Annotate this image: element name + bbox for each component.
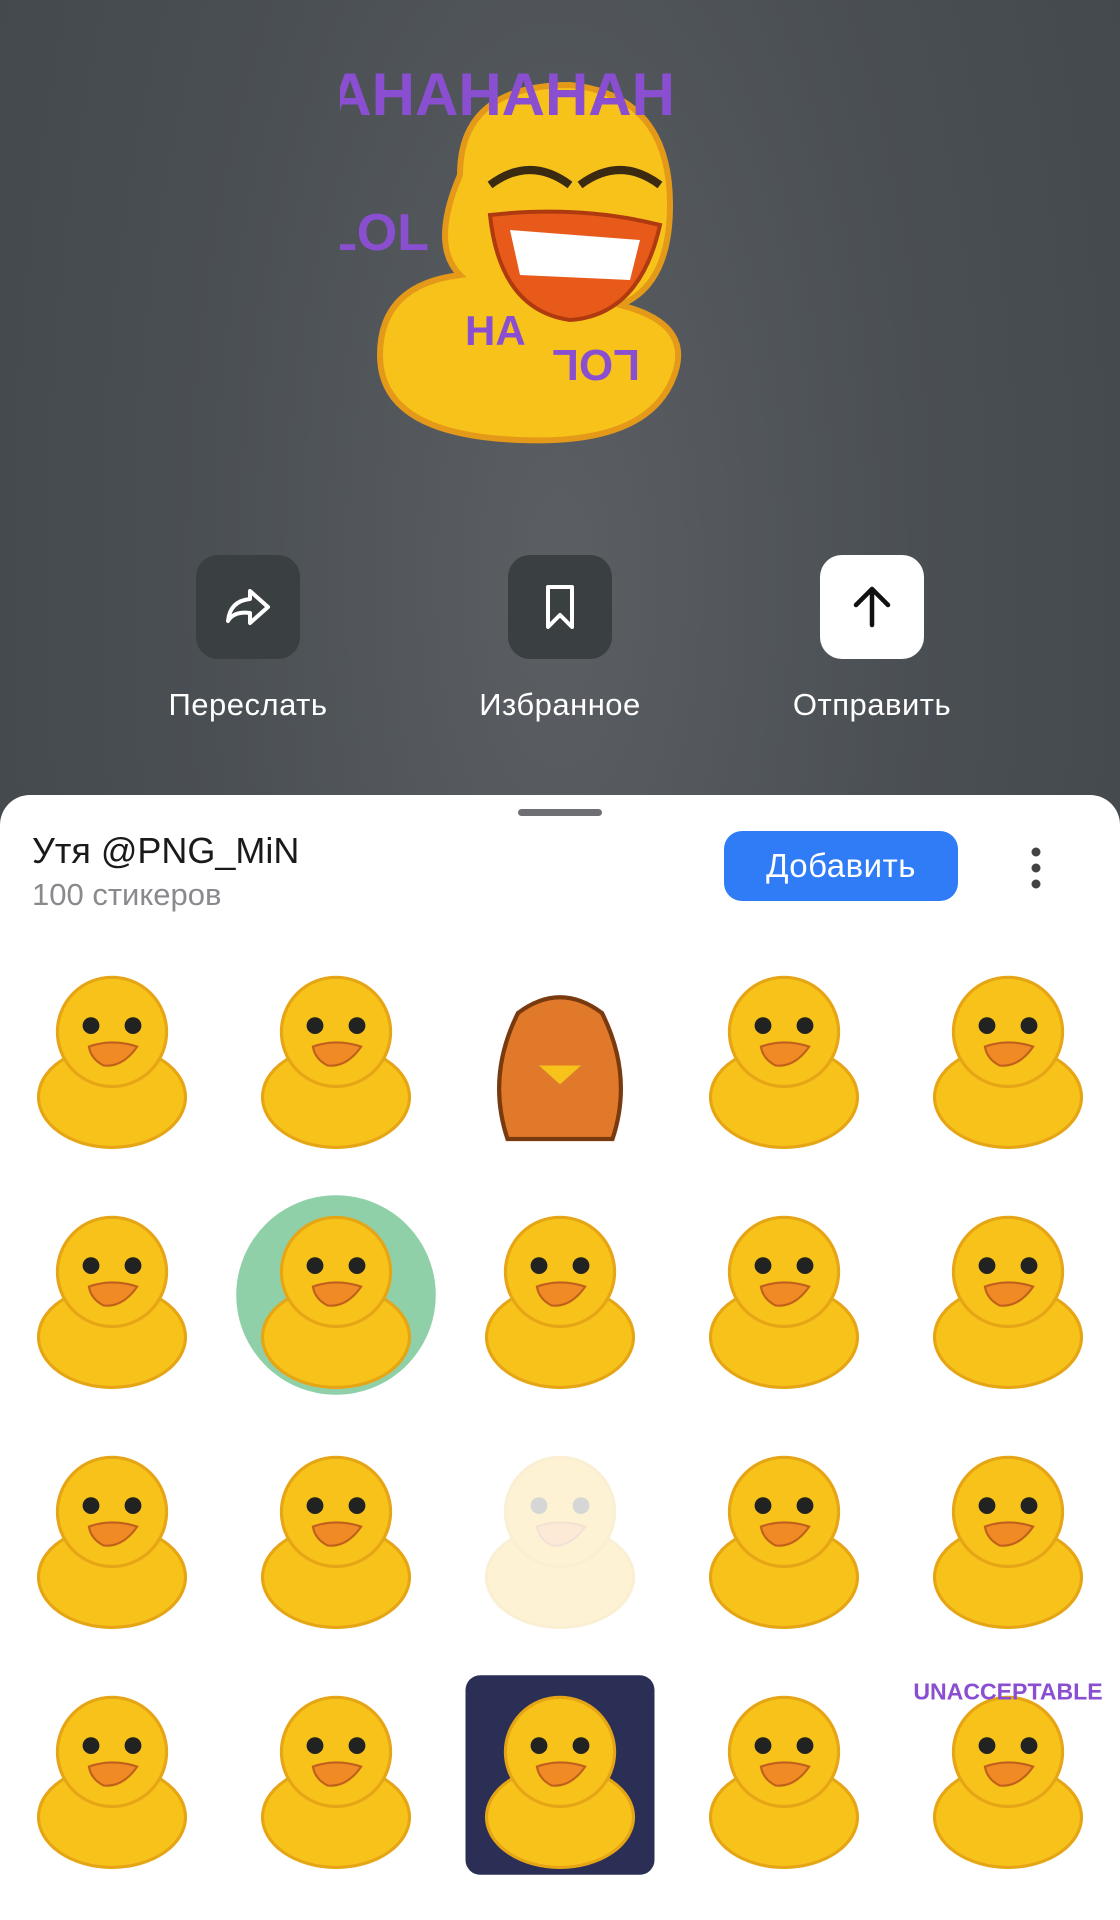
- duck-detective-hat-sticker: [932, 975, 1084, 1149]
- bookmark-icon: [546, 585, 574, 629]
- sticker-cell[interactable]: [896, 1175, 1120, 1415]
- sticker-cell[interactable]: [0, 1655, 224, 1895]
- duck-megaphone-sticker: [36, 1455, 188, 1629]
- duck-blueprint-sticker: [36, 975, 188, 1149]
- add-pack-button[interactable]: Добавить: [724, 831, 958, 901]
- sticker-cell[interactable]: [896, 1415, 1120, 1655]
- sticker-cell[interactable]: [0, 1175, 224, 1415]
- arrow-up-icon: [853, 586, 891, 628]
- svg-text:HA: HA: [465, 307, 526, 354]
- sticker-cell[interactable]: [0, 1415, 224, 1655]
- laughing-duck-sticker: HAHAHAHAH LOL HA LOL: [340, 61, 682, 444]
- sticker-cell[interactable]: [448, 1415, 672, 1655]
- sticker-cell[interactable]: [896, 935, 1120, 1175]
- sticker-grid: UNACCEPTABLE: [0, 935, 1120, 1895]
- forward-label: Переслать: [168, 687, 328, 722]
- duck-stars-sticker: [708, 975, 860, 1149]
- duck-phone-circle-sticker: [236, 1195, 436, 1395]
- svg-text:LOL: LOL: [552, 340, 640, 389]
- duck-moai-sticker: [932, 1455, 1084, 1629]
- send-action[interactable]: Отправить: [722, 555, 1022, 723]
- favorites-button[interactable]: [508, 555, 612, 659]
- sticker-cell[interactable]: [672, 1655, 896, 1895]
- duck-unacceptable-sticker: UNACCEPTABLE: [913, 1678, 1103, 1869]
- sheet-grabber[interactable]: [518, 809, 602, 816]
- sticker-cell[interactable]: [448, 1175, 672, 1415]
- sticker-cell[interactable]: [224, 1655, 448, 1895]
- svg-text:LOL: LOL: [340, 204, 429, 262]
- more-menu-button[interactable]: [1016, 843, 1056, 893]
- duck-sad-blocks-sticker: [36, 1695, 188, 1869]
- duck-holding-phone-sticker: [932, 1215, 1084, 1389]
- sticker-cell[interactable]: [224, 1175, 448, 1415]
- sticker-cell[interactable]: [448, 1655, 672, 1895]
- sticker-preview: HAHAHAHAH LOL HA LOL Переслать Избранное: [0, 0, 1120, 800]
- favorites-label: Избранное: [479, 687, 641, 722]
- favorites-action[interactable]: Избранное: [410, 555, 710, 723]
- more-vertical-icon: [1031, 847, 1041, 889]
- pack-count: 100 стикеров: [32, 877, 222, 912]
- duck-crying-sticker: [708, 1695, 860, 1869]
- sticker-caption: UNACCEPTABLE: [913, 1678, 1102, 1704]
- duck-photo-album-sticker: [36, 1215, 188, 1389]
- sticker-cell[interactable]: [224, 1415, 448, 1655]
- sticker-pack-sheet: Утя @PNG_MiN 100 стикеров Добавить UNACC…: [0, 795, 1120, 1920]
- sticker-cell[interactable]: [0, 935, 224, 1175]
- send-label: Отправить: [792, 687, 952, 722]
- pack-title: Утя @PNG_MiN: [32, 830, 300, 871]
- duck-hashtag-magnifier-sticker: [708, 1215, 860, 1389]
- duck-muscular-sticker: [260, 1695, 412, 1869]
- sticker-cell[interactable]: [672, 1175, 896, 1415]
- tiger-duck-sticker: [497, 995, 623, 1142]
- forward-action[interactable]: Переслать: [98, 555, 398, 723]
- sticker-cell[interactable]: [224, 935, 448, 1175]
- action-bar: Переслать Избранное Отправить: [0, 555, 1120, 735]
- duck-washing-hands-sticker: [260, 975, 412, 1149]
- share-icon: [226, 589, 270, 625]
- svg-text:HAHAHAHAH: HAHAHAHAH: [340, 61, 675, 128]
- forward-button[interactable]: [196, 555, 300, 659]
- sticker-cell[interactable]: [672, 1415, 896, 1655]
- sticker-cell[interactable]: [672, 935, 896, 1175]
- duck-with-lady-sticker: [708, 1455, 860, 1629]
- sticker-cell[interactable]: UNACCEPTABLE: [896, 1655, 1120, 1895]
- duck-sunglasses-sticker: [260, 1455, 412, 1629]
- duck-top-hat-sticker: [465, 1675, 655, 1875]
- duck-faded-sticker: [484, 1455, 636, 1629]
- send-button[interactable]: [820, 555, 924, 659]
- duck-fruit-hats-sticker: [484, 1215, 636, 1389]
- sticker-cell[interactable]: [448, 935, 672, 1175]
